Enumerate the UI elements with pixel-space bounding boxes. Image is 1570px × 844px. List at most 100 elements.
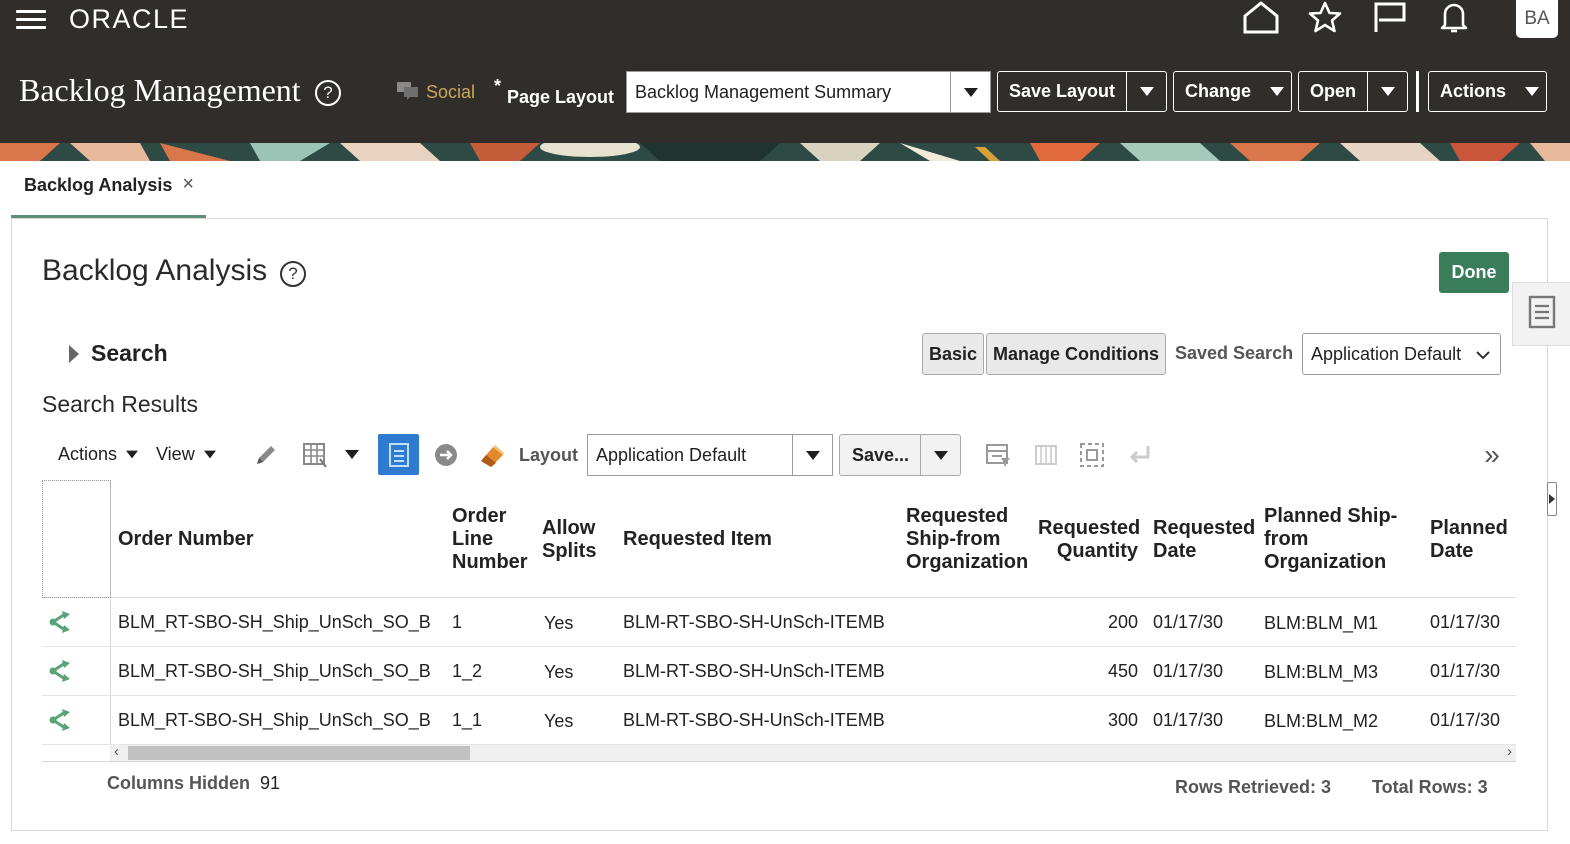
cell-order-number: BLM_RT-SBO-SH_Ship_UnSch_SO_B bbox=[118, 710, 431, 730]
split-line-icon[interactable] bbox=[42, 598, 111, 646]
go-arrow-icon[interactable] bbox=[430, 434, 462, 475]
col-header-requested-date[interactable]: Requested Date bbox=[1153, 517, 1258, 563]
search-disclosure[interactable]: Search bbox=[69, 340, 168, 367]
favorites-star-icon[interactable] bbox=[1306, 0, 1346, 36]
scroll-left-icon[interactable]: ‹ bbox=[114, 743, 119, 760]
wrap-columns-icon[interactable] bbox=[1076, 434, 1108, 475]
navigator-menu-icon[interactable] bbox=[16, 6, 48, 32]
cell-planned-date: 01/17/30 bbox=[1430, 710, 1501, 730]
freeze-columns-icon[interactable] bbox=[1030, 434, 1062, 475]
panel-help-icon[interactable]: ? bbox=[280, 261, 306, 287]
table-footer-divider bbox=[42, 761, 1516, 762]
view-label: View bbox=[156, 444, 195, 464]
saved-search-value: Application Default bbox=[1311, 343, 1462, 364]
table-row[interactable]: BLM_RT-SBO-SH_Ship_UnSch_SO_B 1_1 Yes BL… bbox=[42, 696, 1516, 745]
table-row[interactable]: BLM_RT-SBO-SH_Ship_UnSch_SO_B 1 Yes BLM-… bbox=[42, 598, 1516, 647]
change-button[interactable]: Change bbox=[1173, 71, 1292, 112]
detach-table-icon[interactable] bbox=[378, 434, 419, 475]
close-icon[interactable]: × bbox=[182, 174, 194, 194]
done-button[interactable]: Done bbox=[1439, 252, 1509, 293]
save-layout-split-button[interactable]: Save... bbox=[839, 434, 961, 476]
social-label: Social bbox=[426, 82, 476, 102]
layout-select[interactable]: Application Default bbox=[587, 434, 833, 476]
open-dropdown-icon[interactable] bbox=[1367, 72, 1407, 111]
scrollbar-thumb[interactable] bbox=[128, 746, 470, 760]
save-dropdown-icon[interactable] bbox=[920, 435, 960, 475]
save-layout-button[interactable]: Save Layout bbox=[997, 71, 1167, 112]
select-all-corner[interactable] bbox=[42, 480, 111, 598]
columns-hidden-status: Columns Hidden 91 bbox=[107, 773, 280, 794]
flag-icon[interactable] bbox=[1372, 0, 1412, 36]
horizontal-scrollbar[interactable]: ‹ › bbox=[110, 743, 1516, 761]
return-enter-icon[interactable] bbox=[1124, 434, 1156, 475]
table-actions-menu[interactable]: Actions bbox=[58, 434, 139, 475]
clear-eraser-icon[interactable] bbox=[476, 434, 508, 475]
save-layout-dropdown-icon[interactable] bbox=[1126, 72, 1166, 111]
col-header-allow-splits[interactable]: Allow Splits bbox=[542, 517, 612, 563]
tab-backlog-analysis[interactable]: Backlog Analysis × bbox=[11, 174, 206, 219]
split-line-icon[interactable] bbox=[42, 696, 111, 744]
header-actions-button[interactable]: Actions bbox=[1428, 71, 1547, 112]
column-freeze-dropdown-icon[interactable] bbox=[336, 434, 368, 475]
query-by-example-icon[interactable] bbox=[982, 434, 1014, 475]
help-icon[interactable]: ? bbox=[315, 80, 341, 106]
page-title: Backlog Management bbox=[19, 72, 301, 108]
col-header-requested-item[interactable]: Requested Item bbox=[623, 528, 772, 551]
col-header-order-number[interactable]: Order Number bbox=[118, 528, 254, 551]
split-line-icon[interactable] bbox=[42, 647, 111, 695]
decorative-banner bbox=[0, 143, 1570, 161]
cell-requested-item: BLM-RT-SBO-SH-UnSch-ITEMB bbox=[623, 661, 885, 681]
user-avatar[interactable]: BA bbox=[1516, 0, 1558, 38]
col-header-planned-ship-from-org[interactable]: Planned Ship-from Organization bbox=[1264, 505, 1404, 574]
col-header-order-line-number[interactable]: Order Line Number bbox=[452, 505, 532, 574]
side-panel-toggle[interactable] bbox=[1512, 282, 1570, 346]
panel-title: Backlog Analysis bbox=[42, 254, 268, 287]
view-menu[interactable]: View bbox=[156, 434, 217, 475]
cell-requested-item: BLM-RT-SBO-SH-UnSch-ITEMB bbox=[623, 710, 885, 730]
cell-order-number: BLM_RT-SBO-SH_Ship_UnSch_SO_B bbox=[118, 661, 431, 681]
col-header-planned-date[interactable]: Planned Date bbox=[1430, 517, 1512, 563]
tab-label: Backlog Analysis bbox=[24, 175, 173, 195]
collapse-panel-handle[interactable] bbox=[1547, 482, 1557, 516]
cell-requested-quantity: 450 bbox=[1107, 661, 1138, 681]
column-freeze-icon[interactable] bbox=[298, 434, 330, 475]
cell-planned-ship-from-org: BLM:BLM_M3 bbox=[1264, 662, 1379, 682]
chevron-down-icon[interactable] bbox=[792, 435, 832, 475]
table-actions-label: Actions bbox=[58, 444, 118, 464]
header-divider bbox=[1416, 71, 1419, 112]
home-icon[interactable] bbox=[1242, 0, 1282, 36]
page-layout-select[interactable]: Backlog Management Summary bbox=[626, 71, 991, 113]
saved-search-select[interactable]: Application Default bbox=[1302, 333, 1501, 375]
page-layout-label: *Page Layout bbox=[494, 76, 615, 107]
cell-requested-item: BLM-RT-SBO-SH-UnSch-ITEMB bbox=[623, 612, 885, 632]
search-label: Search bbox=[91, 340, 168, 366]
layout-label: Layout bbox=[519, 445, 579, 465]
total-rows-status: Total Rows: 3 bbox=[1372, 777, 1488, 797]
social-link[interactable]: Social bbox=[396, 80, 475, 105]
notifications-bell-icon[interactable] bbox=[1436, 0, 1476, 36]
overflow-chevron-icon[interactable]: » bbox=[1476, 434, 1508, 475]
basic-button[interactable]: Basic bbox=[922, 333, 984, 375]
global-header: ORACLE BA Backlog Management ? Social *P… bbox=[0, 0, 1570, 143]
cell-requested-date: 01/17/30 bbox=[1153, 710, 1224, 730]
edit-pencil-icon[interactable] bbox=[250, 434, 282, 475]
open-button[interactable]: Open bbox=[1298, 71, 1408, 112]
actions-dropdown-icon[interactable] bbox=[1517, 72, 1546, 111]
manage-conditions-button[interactable]: Manage Conditions bbox=[986, 333, 1166, 375]
cell-planned-date: 01/17/30 bbox=[1430, 612, 1501, 632]
chevron-down-icon bbox=[1476, 344, 1490, 365]
change-dropdown-icon[interactable] bbox=[1262, 72, 1291, 111]
cell-order-line-number: 1 bbox=[452, 612, 463, 632]
col-header-requested-quantity[interactable]: Requested Quantity bbox=[1038, 517, 1140, 563]
col-header-requested-ship-from-org[interactable]: Requested Ship-from Organization bbox=[906, 505, 1031, 574]
oracle-logo: ORACLE bbox=[69, 4, 190, 34]
table-row[interactable]: BLM_RT-SBO-SH_Ship_UnSch_SO_B 1_2 Yes BL… bbox=[42, 647, 1516, 696]
saved-search-label: Saved Search bbox=[1175, 343, 1294, 363]
cell-order-number: BLM_RT-SBO-SH_Ship_UnSch_SO_B bbox=[118, 612, 431, 632]
cell-requested-quantity: 300 bbox=[1107, 710, 1138, 730]
cell-planned-ship-from-org: BLM:BLM_M2 bbox=[1264, 711, 1379, 731]
chevron-down-icon[interactable] bbox=[950, 72, 990, 112]
cell-order-line-number: 1_2 bbox=[452, 661, 483, 681]
cell-requested-date: 01/17/30 bbox=[1153, 661, 1224, 681]
scroll-right-icon[interactable]: › bbox=[1507, 743, 1512, 760]
